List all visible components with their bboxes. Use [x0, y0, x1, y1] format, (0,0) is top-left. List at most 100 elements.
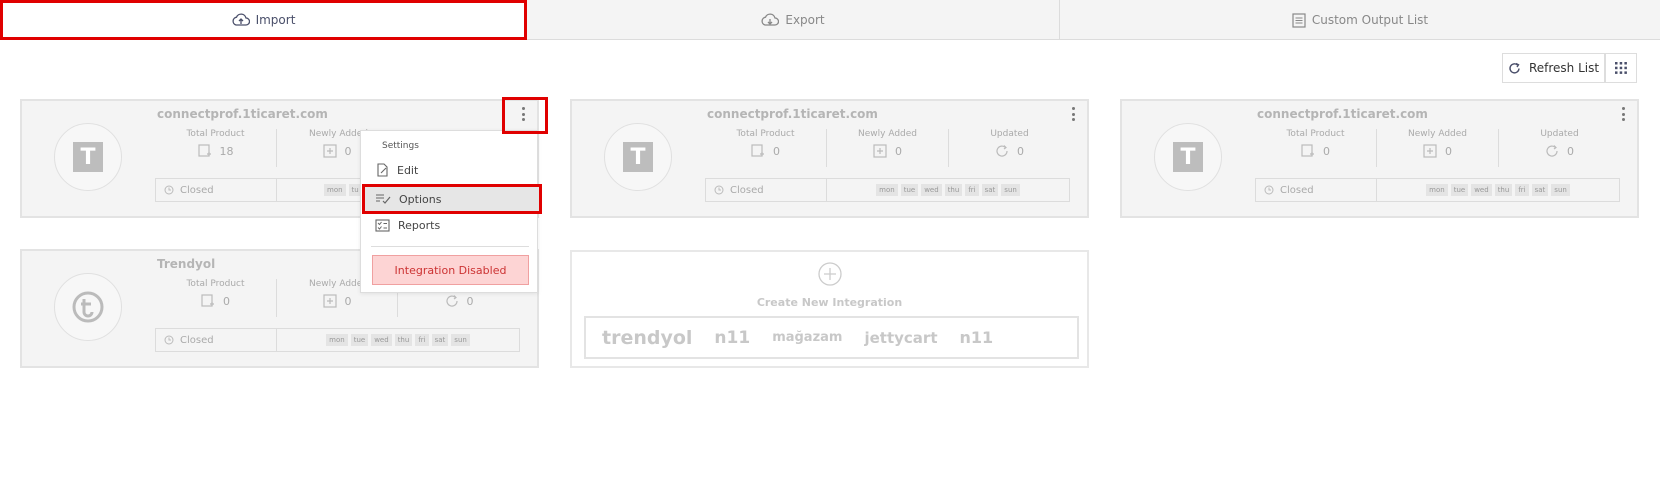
create-integration-card[interactable]: Create New Integration trendyol n11 mağa… — [570, 250, 1089, 368]
stat-total-value: 18 — [219, 144, 234, 158]
kebab-highlight — [502, 97, 548, 134]
stat-value: 0 — [201, 294, 230, 308]
tab-import-label: Import — [255, 13, 296, 27]
stat-new-value: 0 — [344, 144, 352, 158]
new-item-icon — [322, 144, 337, 158]
schedule-status: Closed — [1256, 179, 1377, 201]
status-text: Closed — [730, 184, 764, 196]
stat-value: 0 — [873, 144, 902, 158]
reports-icon — [375, 218, 390, 232]
stat-new-value: 0 — [1445, 144, 1452, 158]
stat-label: Updated — [990, 129, 1029, 139]
stat-label: Total Product — [736, 129, 795, 139]
cloud-upload-icon — [232, 13, 250, 26]
day-chip: fri — [965, 184, 979, 196]
tab-custom-output-list-label: Custom Output List — [1311, 13, 1429, 27]
stat-updated-value: 0 — [1017, 144, 1024, 158]
integration-logo: T — [1154, 123, 1222, 191]
day-chip: mon — [876, 184, 898, 196]
update-icon — [996, 145, 1008, 157]
stat-label: Newly Added — [858, 129, 917, 139]
menu-item-reports[interactable]: Reports — [371, 213, 531, 237]
integration-logo-letter: T — [1173, 142, 1203, 172]
day-chip: thu — [394, 334, 413, 346]
status-text: Closed — [1280, 184, 1314, 196]
menu-item-edit-label: Edit — [397, 163, 419, 177]
schedule-bar: Closed mon tue wed thu fri sat sun — [1255, 178, 1620, 202]
stat-label: Newly Added — [1408, 129, 1467, 139]
stat-total-product: Total Product 0 — [705, 129, 827, 167]
more-options-icon[interactable] — [1621, 107, 1625, 121]
marketplace-logos: trendyol n11 mağazam jettycart n11 — [584, 316, 1079, 359]
integration-card: T connectprof.1ticaret.com Total Product… — [570, 99, 1089, 218]
day-chip: wed — [371, 334, 392, 346]
menu-item-reports-label: Reports — [398, 218, 441, 232]
integration-name: connectprof.1ticaret.com — [1257, 107, 1428, 121]
day-chip: sat — [431, 334, 449, 346]
logo-n11-2: n11 — [959, 328, 994, 347]
stat-newly-added: Newly Added 0 — [827, 129, 949, 167]
status-text: Closed — [180, 184, 214, 196]
top-tabs: Import Export Custom Output List — [0, 0, 1660, 40]
integration-stats: Total Product 0 Newly Added 0 Updated 0 — [705, 129, 1070, 167]
grid-view-button[interactable] — [1605, 53, 1637, 83]
more-options-icon[interactable] — [1071, 107, 1075, 121]
add-circle-icon — [818, 262, 842, 286]
integration-card: T connectprof.1ticaret.com Total Product… — [1120, 99, 1639, 218]
clock-icon — [714, 185, 724, 195]
tab-export[interactable]: Export — [527, 0, 1060, 40]
day-chip: wed — [921, 184, 942, 196]
menu-item-options-label: Options — [399, 192, 442, 206]
day-chip: tue — [350, 334, 369, 346]
stat-updated: Updated 0 — [949, 129, 1070, 167]
day-chip: mon — [324, 184, 346, 196]
refresh-icon — [1509, 62, 1520, 74]
schedule-status: Closed — [156, 329, 277, 351]
integration-logo: T — [54, 123, 122, 191]
stat-updated-value: 0 — [466, 294, 474, 308]
stat-value: 18 — [197, 144, 234, 158]
stat-total-value: 0 — [773, 144, 780, 158]
tab-custom-output-list[interactable]: Custom Output List — [1060, 0, 1660, 40]
status-text: Closed — [180, 334, 214, 346]
day-chip: mon — [1426, 184, 1448, 196]
schedule-bar: Closed mon tue wed thu fri sat sun — [705, 178, 1070, 202]
day-chip: wed — [1471, 184, 1492, 196]
clock-icon — [164, 185, 174, 195]
integration-logo-letter: T — [623, 142, 653, 172]
new-item-icon — [1423, 144, 1437, 158]
day-chip: tue — [1450, 184, 1469, 196]
stat-updated: Updated 0 — [1499, 129, 1620, 167]
integration-stats: Total Product 0 Newly Added 0 Updated 0 — [1255, 129, 1620, 167]
product-add-icon — [1301, 144, 1314, 157]
integration-disabled-button[interactable]: Integration Disabled — [372, 255, 529, 285]
stat-total-product: Total Product 18 — [155, 129, 277, 167]
stat-label: Updated — [1540, 129, 1579, 139]
day-chip: fri — [415, 334, 429, 346]
menu-item-options[interactable]: Options — [362, 184, 542, 214]
refresh-list-button[interactable]: Refresh List — [1502, 53, 1605, 83]
integration-logo-letter: T — [73, 142, 103, 172]
stat-newly-added: Newly Added 0 — [1377, 129, 1499, 167]
day-chip: mon — [326, 334, 348, 346]
logo-trendyol: trendyol — [602, 326, 693, 349]
logo-magazam: mağazam — [772, 330, 843, 345]
stat-total-value: 0 — [1323, 144, 1330, 158]
day-chip: sun — [1001, 184, 1020, 196]
schedule-days: mon tue wed thu fri sat sun — [277, 329, 519, 351]
schedule-bar: Closed mon tue wed thu fri sat sun — [155, 328, 520, 352]
list-document-icon — [1292, 12, 1306, 28]
day-chip: sat — [981, 184, 999, 196]
stat-value: 0 — [445, 294, 474, 308]
menu-item-edit[interactable]: Edit — [371, 158, 531, 182]
tab-import[interactable]: Import — [0, 0, 527, 40]
day-chip: tue — [900, 184, 919, 196]
update-icon — [1546, 145, 1558, 157]
stat-value: 0 — [751, 144, 780, 158]
edit-icon — [377, 163, 388, 177]
clock-icon — [1264, 185, 1274, 195]
menu-divider — [371, 246, 529, 247]
day-chip: fri — [1515, 184, 1529, 196]
create-integration-label: Create New Integration — [756, 296, 903, 309]
day-chip: thu — [944, 184, 963, 196]
